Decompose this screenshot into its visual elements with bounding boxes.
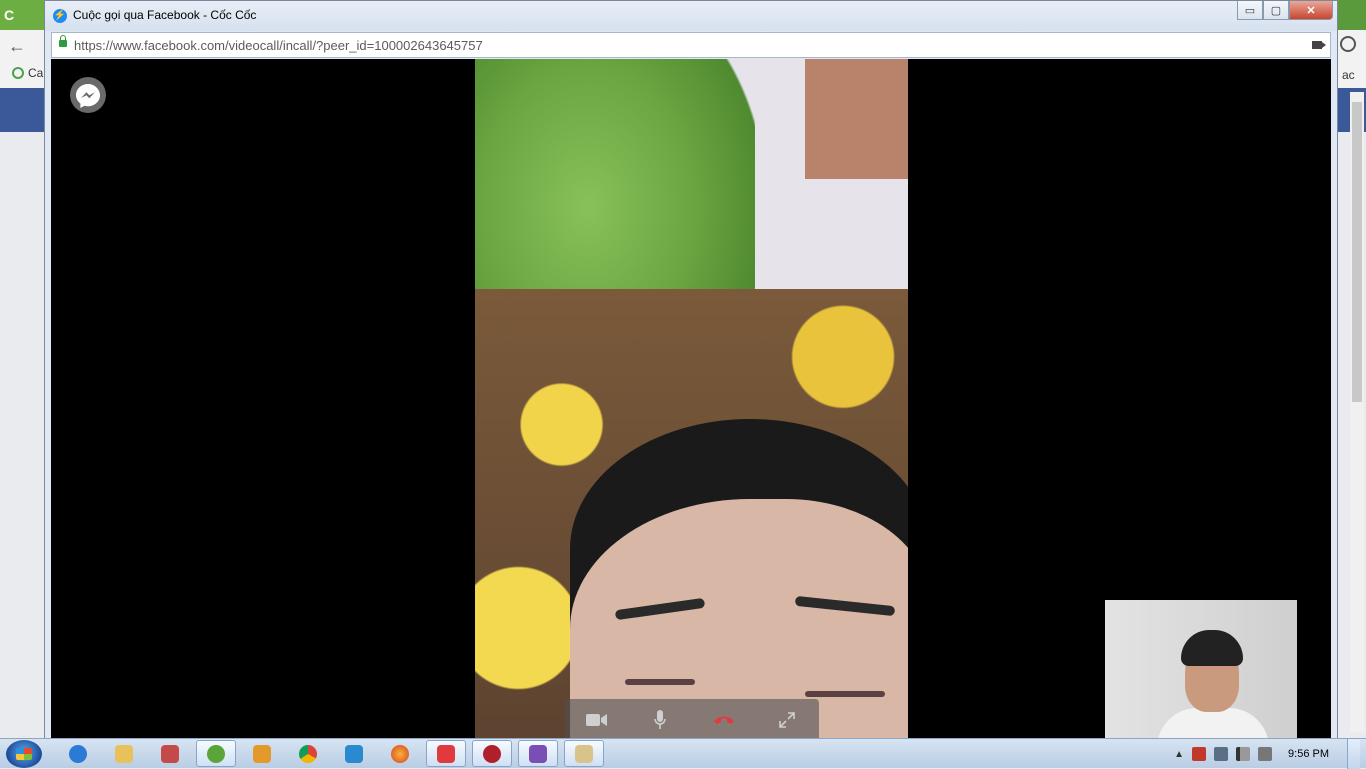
bookmark-icon [12, 67, 24, 79]
taskbar-coccoc-browser[interactable] [196, 740, 236, 767]
camera-permission-icon[interactable] [1312, 41, 1326, 49]
tool-app-icon [575, 744, 593, 763]
taskbar-internet-explorer[interactable] [58, 740, 98, 767]
remote-video [475, 59, 908, 741]
media-player-icon [253, 744, 271, 763]
scrollbar-thumb[interactable] [1352, 102, 1362, 402]
taskbar-file-explorer[interactable] [104, 740, 144, 767]
camera-toggle-button[interactable] [579, 702, 615, 738]
show-desktop-button[interactable] [1347, 739, 1360, 769]
lock-icon [59, 35, 67, 47]
fullscreen-button[interactable] [769, 702, 805, 738]
remote-video-detail [625, 679, 695, 685]
taskbar-network-app[interactable] [150, 740, 190, 767]
minimize-button[interactable]: ▭ [1237, 1, 1263, 20]
settings-icon[interactable] [1340, 36, 1356, 52]
call-controls [565, 699, 819, 741]
mic-toggle-button[interactable] [642, 702, 678, 738]
user-app-icon [483, 744, 501, 763]
taskbar-firefox[interactable] [380, 740, 420, 767]
remote-video-background [805, 59, 908, 179]
taskbar-media-player[interactable] [242, 740, 282, 767]
window-controls: ▭ ▢ ✕ [1237, 1, 1333, 20]
internet-explorer-icon [69, 744, 87, 763]
taskbar-tool-app[interactable] [564, 740, 604, 767]
clock[interactable]: 9:56 PM [1288, 748, 1329, 760]
end-call-button[interactable] [706, 702, 742, 738]
bookmark-item[interactable]: Ca [12, 66, 43, 80]
maximize-button[interactable]: ▢ [1263, 1, 1289, 20]
messenger-logo-icon [70, 77, 106, 113]
back-arrow-icon[interactable]: ← [8, 36, 26, 57]
windows-logo-icon [16, 748, 32, 760]
camera-icon [585, 714, 607, 726]
folder-icon [115, 744, 133, 763]
network-icon [161, 744, 179, 763]
action-center-icon[interactable] [1192, 747, 1207, 761]
xmind-icon [437, 744, 455, 763]
video-call-area [51, 59, 1331, 741]
firefox-icon [391, 744, 409, 763]
taskbar-items [58, 740, 604, 767]
address-bar[interactable]: https://www.facebook.com/videocall/incal… [51, 32, 1331, 58]
title-bar[interactable]: ⚡ Cuộc gọi qua Facebook - Cốc Cốc ▭ ▢ ✕ [45, 1, 1337, 31]
taskbar-app[interactable] [334, 740, 374, 767]
bookmark-right-text: ac [1342, 68, 1355, 82]
microphone-icon [654, 710, 666, 729]
taskbar-chrome[interactable] [288, 740, 328, 767]
coccoc-logo: C [0, 0, 44, 30]
close-button[interactable]: ✕ [1289, 1, 1333, 20]
end-call-icon [713, 716, 734, 724]
usb-icon[interactable] [1214, 747, 1229, 761]
taskbar: ▲ 9:56 PM [0, 738, 1366, 769]
background-scrollbar[interactable] [1350, 92, 1364, 732]
self-view-video[interactable] [1105, 600, 1297, 741]
call-popup-window: ⚡ Cuộc gọi qua Facebook - Cốc Cốc ▭ ▢ ✕ … [44, 0, 1338, 741]
taskbar-visual-studio[interactable] [518, 740, 558, 767]
coccoc-icon [207, 744, 225, 763]
start-button[interactable] [6, 740, 42, 768]
remote-video-detail [805, 691, 885, 697]
fullscreen-icon [779, 712, 796, 728]
messenger-icon: ⚡ [53, 9, 67, 23]
system-tray: ▲ 9:56 PM [1174, 739, 1366, 769]
volume-icon[interactable] [1258, 747, 1273, 761]
show-hidden-icons-icon[interactable]: ▲ [1174, 749, 1184, 760]
taskbar-xmind[interactable] [426, 740, 466, 767]
taskbar-app-red[interactable] [472, 740, 512, 767]
signal-icon[interactable] [1236, 747, 1251, 761]
visual-studio-icon [529, 744, 547, 763]
url-text[interactable]: https://www.facebook.com/videocall/incal… [74, 38, 483, 53]
chrome-icon [299, 744, 317, 763]
window-title: Cuộc gọi qua Facebook - Cốc Cốc [73, 8, 257, 22]
app-icon [345, 744, 363, 763]
